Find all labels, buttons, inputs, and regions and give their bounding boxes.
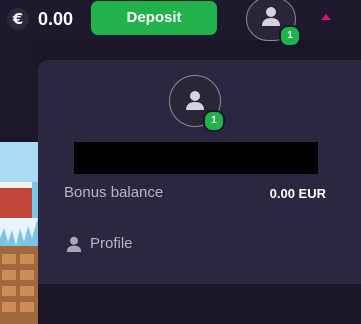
user-icon [66, 236, 82, 252]
user-icon [262, 7, 280, 26]
account-dropdown-menu: 1 Bonus balance 0.00 EUR Profile [38, 60, 361, 284]
bonus-balance-value: 0.00 EUR [269, 186, 326, 201]
account-avatar-button[interactable]: 1 [246, 0, 301, 47]
notification-badge: 1 [279, 25, 301, 47]
menu-avatar: 1 [169, 75, 225, 132]
notification-badge: 1 [203, 110, 225, 132]
game-thumbnail-art [0, 142, 38, 324]
balance-amount: 0.00 [38, 9, 74, 29]
user-icon [186, 91, 204, 110]
redacted-username [74, 142, 318, 174]
currency-badge: € [7, 8, 29, 30]
game-thumbnail[interactable] [0, 40, 38, 324]
menu-item-profile[interactable]: Profile [64, 232, 184, 254]
deposit-button[interactable]: Deposit [91, 1, 217, 35]
caret-up-icon[interactable] [321, 14, 331, 20]
bonus-balance-label: Bonus balance [64, 184, 164, 201]
menu-item-label: Profile [90, 235, 133, 252]
top-bar: € 0.00 Deposit 1 [0, 0, 361, 47]
